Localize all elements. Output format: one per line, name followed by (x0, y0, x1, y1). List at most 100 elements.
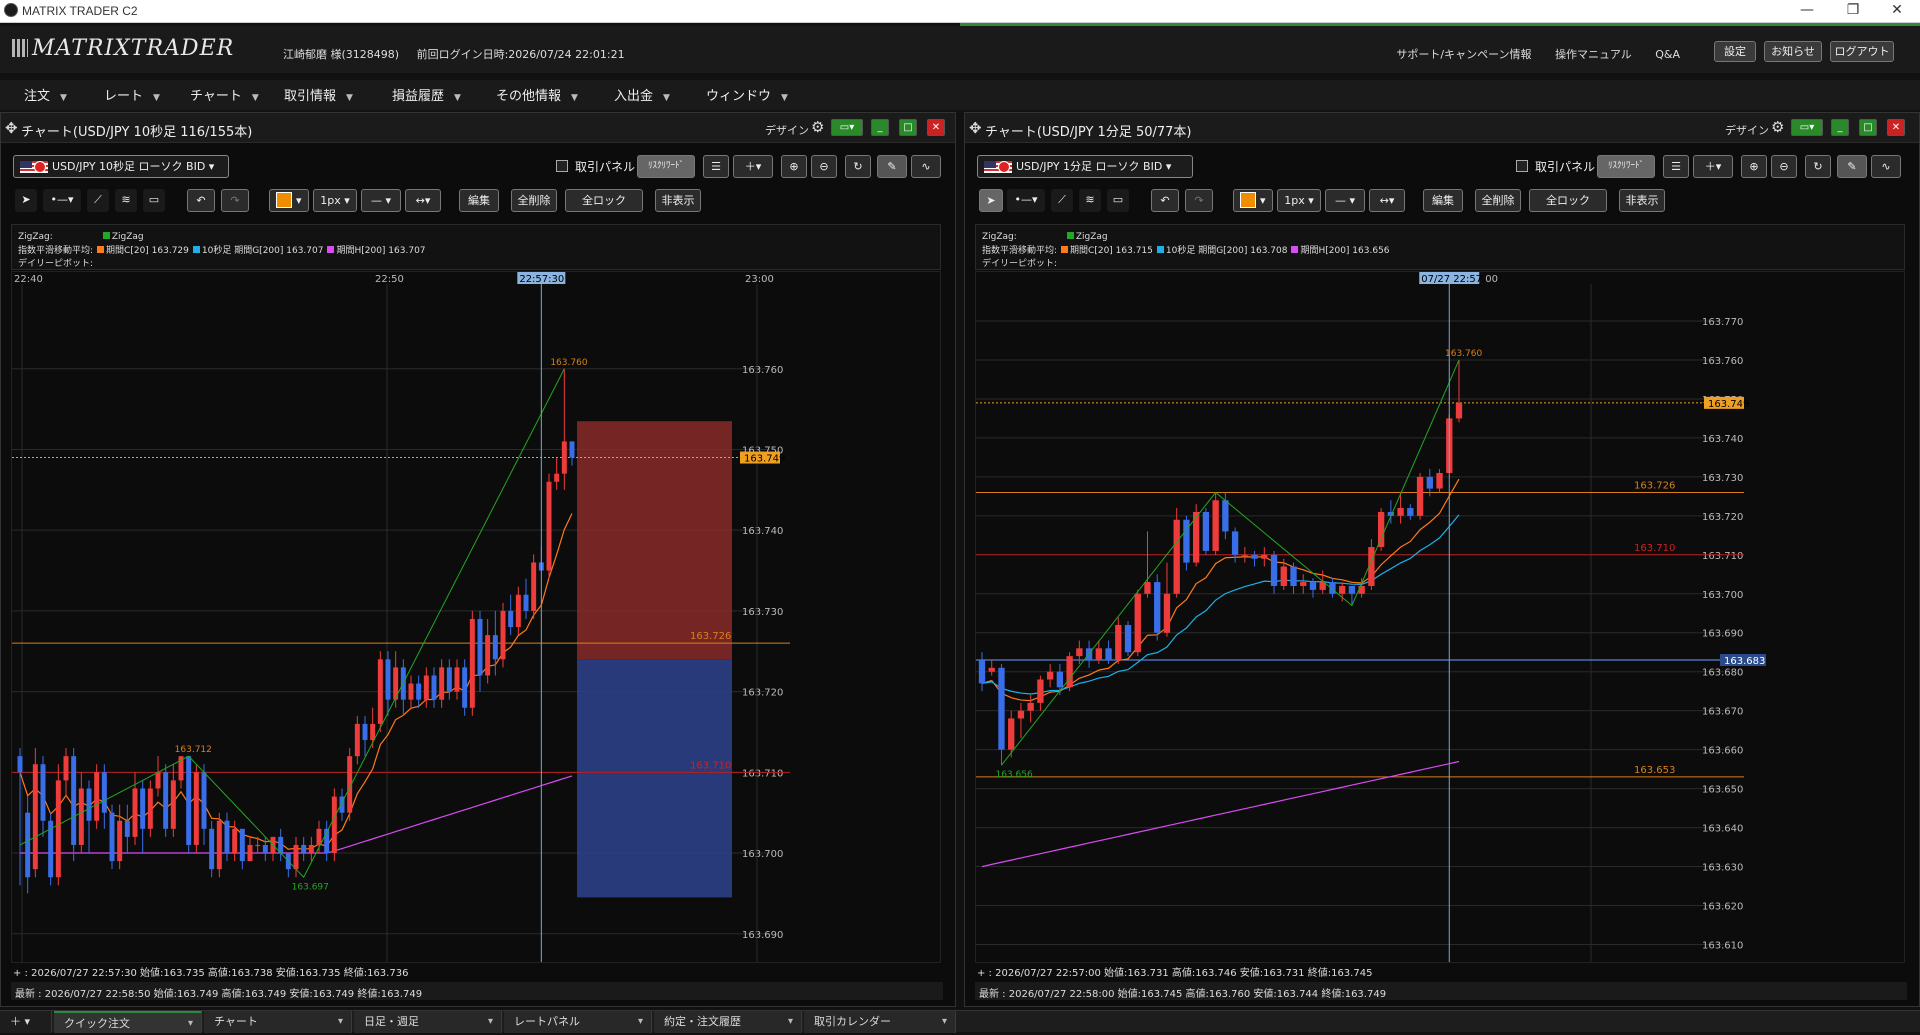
risk-reward-button[interactable]: ﾘｽｸﾘﾜｰﾄﾞ (637, 155, 695, 178)
menu-pl-history[interactable]: 損益履歴 ▼ (392, 85, 461, 104)
qa-link[interactable]: Q&A (1655, 48, 1680, 61)
lock-all-button[interactable]: 全ロック (1529, 189, 1607, 212)
hide-button[interactable]: 非表示 (1619, 189, 1665, 212)
menu-order[interactable]: 注文 ▼ (24, 85, 67, 104)
delete-all-button[interactable]: 全削除 (511, 189, 557, 212)
close-panel-icon[interactable]: ✕ (927, 119, 945, 136)
ruler-icon[interactable]: ⟋ (87, 189, 109, 212)
hide-button[interactable]: 非表示 (655, 189, 701, 212)
logout-button[interactable]: ログアウト (1830, 41, 1894, 62)
add-tab-button[interactable]: ＋ ▾ (0, 1011, 52, 1033)
undo-icon[interactable]: ↶ (187, 189, 215, 212)
trade-panel-checkbox[interactable] (556, 160, 568, 172)
undo-icon[interactable]: ↶ (1151, 189, 1179, 212)
zoom-out-icon[interactable]: ⊖ (811, 155, 837, 178)
refresh-icon[interactable]: ↻ (845, 155, 871, 178)
edit-button[interactable]: 編集 (459, 189, 499, 212)
tab-chart[interactable]: チャート ▾ (204, 1011, 352, 1033)
tab-quick-order[interactable]: クイック注文 ▾ (54, 1011, 202, 1033)
symbol-label: USD/JPY 1分足 ローソク BID (1016, 160, 1163, 173)
menu-other-info[interactable]: その他情報 ▼ (496, 85, 578, 104)
manual-link[interactable]: 操作マニュアル (1555, 48, 1632, 61)
hline-red-label: 163.710 (690, 760, 731, 771)
ema-g: 10秒足 期間G[200] 163.708 (1165, 246, 1288, 256)
move-icon[interactable]: ✥ (969, 119, 982, 137)
symbol-select[interactable]: USD/JPY 1分足 ローソク BID ▾ (977, 155, 1193, 178)
zoom-out-icon[interactable]: ⊖ (1771, 155, 1797, 178)
color-picker[interactable]: ▾ (1233, 189, 1273, 212)
line-tool-icon[interactable]: •—▾ (1007, 189, 1045, 212)
tab-daily-weekly[interactable]: 日足・週足 ▾ (354, 1011, 502, 1033)
delete-all-button[interactable]: 全削除 (1475, 189, 1521, 212)
minimize-panel-icon[interactable]: _ (1831, 119, 1849, 136)
latest-readout: 最新 : 2026/07/27 22:58:50 始値:163.749 高値:1… (11, 982, 943, 1000)
eraser-icon[interactable]: ▭ (1107, 189, 1129, 212)
candle-body (32, 764, 38, 870)
close-panel-icon[interactable]: ✕ (1887, 119, 1905, 136)
linewidth-select[interactable]: 1px ▾ (1277, 189, 1321, 212)
trade-panel-checkbox[interactable] (1516, 160, 1528, 172)
fib-icon[interactable]: ≋ (1079, 189, 1101, 212)
minimize-panel-icon[interactable]: _ (871, 119, 889, 136)
cursor-icon[interactable]: ➤ (15, 189, 37, 212)
notice-button[interactable]: お知らせ (1764, 41, 1822, 62)
layout-button[interactable]: ▭▾ (1791, 119, 1823, 136)
symbol-select[interactable]: USD/JPY 10秒足 ローソク BID ▾ (13, 155, 229, 178)
line-tool-icon[interactable]: •—▾ (43, 189, 81, 212)
fib-icon[interactable]: ≋ (115, 189, 137, 212)
minimize-icon[interactable]: — (1784, 0, 1830, 22)
chevron-down-icon: ▼ (571, 93, 578, 103)
arrow-style-select[interactable]: ↔▾ (405, 189, 441, 212)
tab-rate-panel[interactable]: レートパネル ▾ (504, 1011, 652, 1033)
close-icon[interactable]: ✕ (1874, 0, 1920, 22)
layout-button[interactable]: ▭▾ (831, 119, 863, 136)
crosshair-icon[interactable]: ＋▾ (733, 155, 773, 178)
zz-low-label: 163.656 (995, 770, 1032, 780)
zoom-in-icon[interactable]: ⊕ (1741, 155, 1767, 178)
linestyle-select[interactable]: — ▾ (361, 189, 401, 212)
gear-icon[interactable]: ⚙ (1771, 118, 1784, 136)
menu-trade-info[interactable]: 取引情報 ▼ (284, 85, 353, 104)
indicator-icon[interactable]: ∿ (1871, 155, 1901, 178)
grid-icon[interactable]: ☰ (1663, 155, 1689, 178)
redo-icon[interactable]: ↷ (221, 189, 249, 212)
price-tick-label: 163.640 (1702, 824, 1743, 835)
maximize-panel-icon[interactable]: □ (1859, 119, 1877, 136)
arrow-style-select[interactable]: ↔▾ (1369, 189, 1405, 212)
linestyle-select[interactable]: — ▾ (1325, 189, 1365, 212)
crosshair-icon[interactable]: ＋▾ (1693, 155, 1733, 178)
pencil-icon[interactable]: ✎ (877, 155, 907, 178)
gear-icon[interactable]: ⚙ (811, 118, 824, 136)
candle-body (1436, 472, 1443, 489)
tab-trade-calendar[interactable]: 取引カレンダー ▾ (804, 1011, 956, 1033)
risk-reward-button[interactable]: ﾘｽｸﾘﾜｰﾄﾞ (1597, 155, 1655, 178)
menu-deposit[interactable]: 入出金 ▼ (614, 85, 670, 104)
grid-icon[interactable]: ☰ (703, 155, 729, 178)
restore-icon[interactable]: ❐ (1830, 0, 1876, 22)
color-picker[interactable]: ▾ (269, 189, 309, 212)
menu-chart[interactable]: チャート ▼ (190, 85, 259, 104)
indicator-icon[interactable]: ∿ (911, 155, 941, 178)
ruler-icon[interactable]: ⟋ (1051, 189, 1073, 212)
maximize-panel-icon[interactable]: □ (899, 119, 917, 136)
candle-body (408, 683, 414, 700)
refresh-icon[interactable]: ↻ (1805, 155, 1831, 178)
zoom-in-icon[interactable]: ⊕ (781, 155, 807, 178)
move-icon[interactable]: ✥ (5, 119, 18, 137)
menu-rate[interactable]: レート ▼ (104, 85, 160, 104)
price-chart[interactable]: 163.770163.760163.750163.740163.730163.7… (975, 271, 1905, 963)
linewidth-select[interactable]: 1px ▾ (313, 189, 357, 212)
risk-reward-profit-zone (577, 421, 732, 660)
redo-icon[interactable]: ↷ (1185, 189, 1213, 212)
price-chart[interactable]: 163.760 163.750 163.740 163.730 163.720 163.7… (11, 271, 941, 963)
tab-execution-history[interactable]: 約定・注文履歴 ▾ (654, 1011, 802, 1033)
edit-button[interactable]: 編集 (1423, 189, 1463, 212)
lock-all-button[interactable]: 全ロック (565, 189, 643, 212)
eraser-icon[interactable]: ▭ (143, 189, 165, 212)
menu-window[interactable]: ウィンドウ ▼ (706, 85, 788, 104)
support-link[interactable]: サポート/キャンペーン情報 (1396, 48, 1531, 61)
cursor-icon[interactable]: ➤ (979, 189, 1003, 212)
bottom-tab-bar: ＋ ▾ クイック注文 ▾ チャート ▾ 日足・週足 ▾ レートパネル ▾ 約定・注文履歴… (0, 1010, 1920, 1033)
pencil-icon[interactable]: ✎ (1837, 155, 1867, 178)
settings-button[interactable]: 設定 (1714, 41, 1756, 62)
